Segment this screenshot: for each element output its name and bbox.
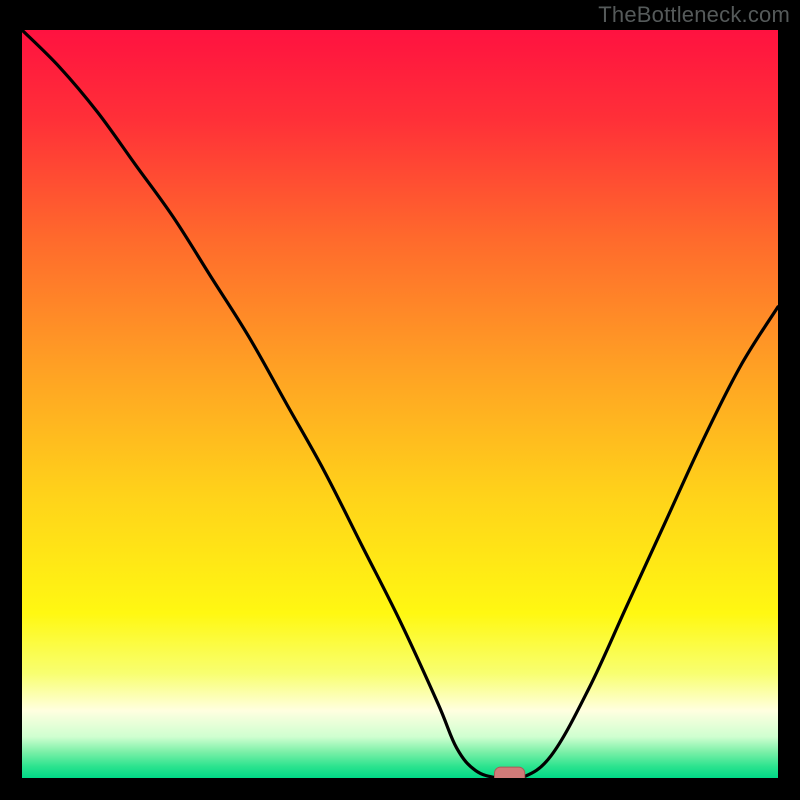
chart-svg — [22, 30, 778, 778]
watermark-text: TheBottleneck.com — [598, 2, 790, 28]
chart-frame: TheBottleneck.com — [0, 0, 800, 800]
plot-area — [22, 30, 778, 778]
gradient-background — [22, 30, 778, 778]
optimal-marker — [495, 767, 525, 778]
